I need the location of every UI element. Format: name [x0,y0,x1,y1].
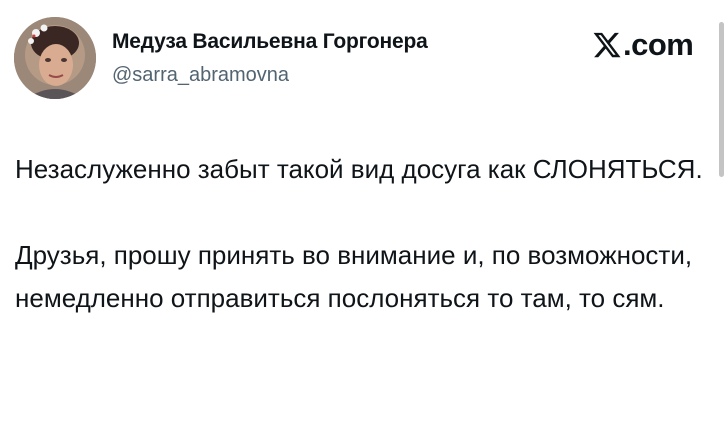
avatar[interactable] [14,17,96,99]
tweet-text: Незаслуженно забыт такой вид досуга как … [15,148,705,320]
tweet-paragraph: Друзья, прошу принять во внимание и, по … [15,240,693,313]
x-logo-icon [593,32,621,57]
author-handle[interactable]: @sarra_abramovna [112,64,289,87]
user-avatar-photo-icon [14,17,96,99]
brand-watermark: .com [592,27,694,62]
author-display-name[interactable]: Медуза Васильевна Горгонера [112,30,428,54]
scrollbar[interactable] [719,22,724,177]
tweet-paragraph: Незаслуженно забыт такой вид досуга как … [15,154,703,184]
brand-domain-label: .com [623,27,694,62]
